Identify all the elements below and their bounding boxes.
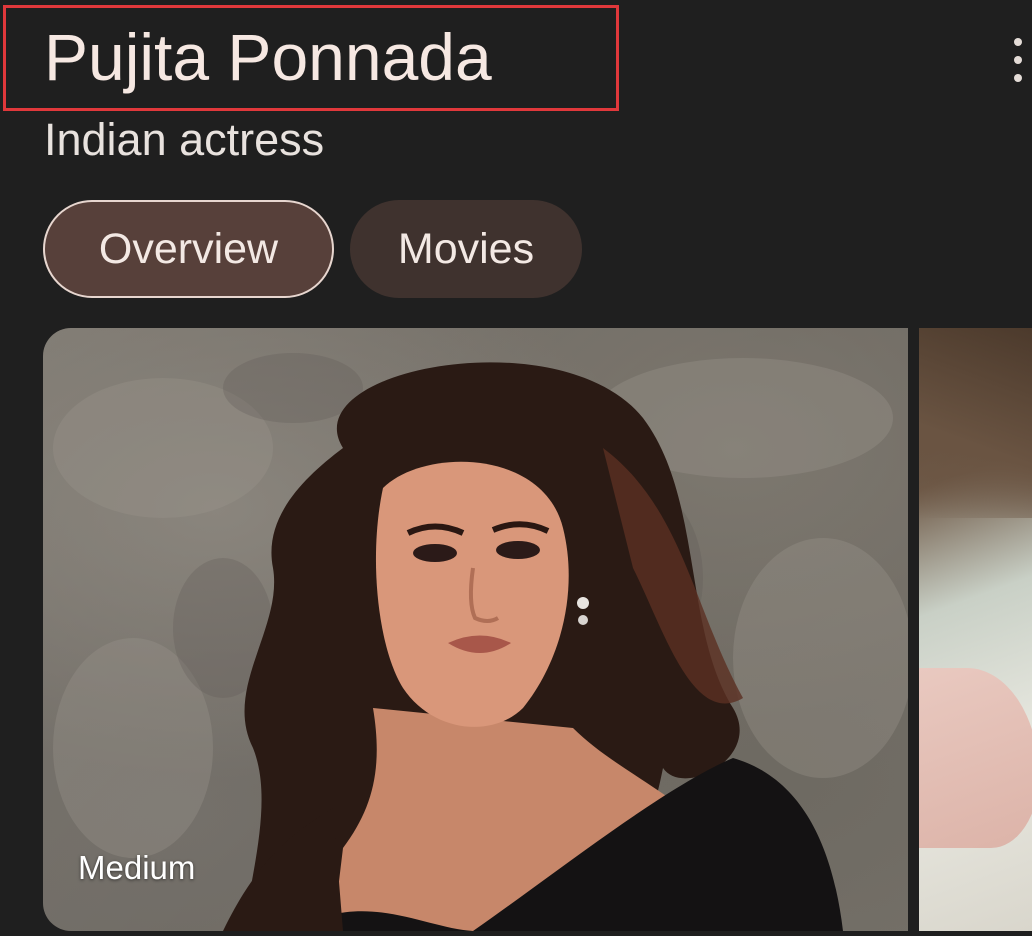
more-options-icon[interactable] [1004, 38, 1032, 82]
entity-description: Indian actress [44, 114, 325, 165]
knowledge-panel: Pujita Ponnada Indian actress Overview M… [0, 0, 1032, 936]
image-card-next[interactable] [919, 328, 1032, 931]
next-image-figure [919, 668, 1032, 848]
entity-title: Pujita Ponnada [44, 20, 492, 94]
more-dot [1014, 38, 1022, 46]
image-source-label: Medium [78, 849, 196, 886]
more-dot [1014, 56, 1022, 64]
next-image-tree [919, 328, 1032, 518]
more-dot [1014, 74, 1022, 82]
portrait-image [53, 353, 908, 931]
image-card-main[interactable] [43, 328, 908, 931]
tab-movies[interactable]: Movies [350, 200, 582, 298]
tab-overview[interactable]: Overview [43, 200, 334, 298]
